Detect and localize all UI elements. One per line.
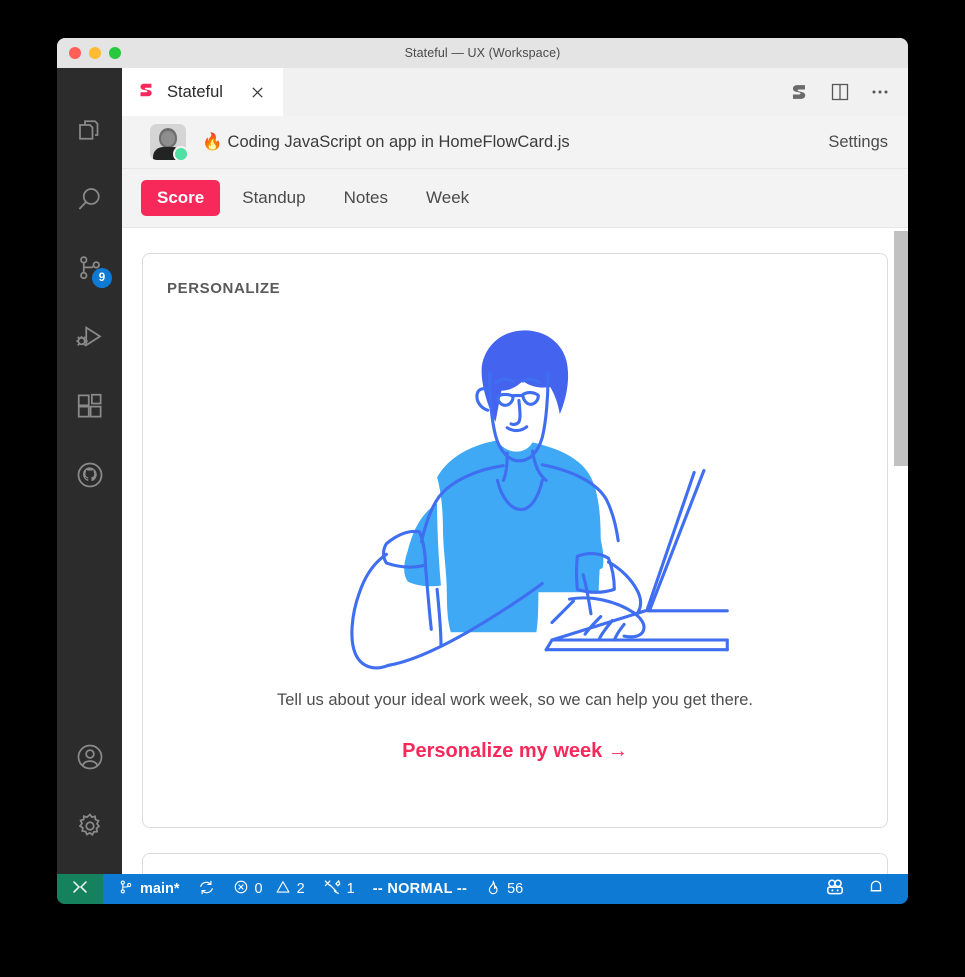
editor-panel: Stateful 🔥 Coding JavaScript on app in H… xyxy=(122,68,908,874)
run-debug-icon xyxy=(75,322,105,352)
editor-tab-actions xyxy=(788,68,908,116)
tab-stateful[interactable]: Stateful xyxy=(122,68,283,116)
remote-window-icon xyxy=(70,877,90,901)
tab-notes[interactable]: Notes xyxy=(328,180,404,216)
sync-icon xyxy=(198,879,215,900)
status-branch[interactable]: main* xyxy=(109,874,189,904)
status-bar: main* 0 2 1 -- NORMAL -- 56 xyxy=(57,874,908,904)
secondary-card xyxy=(142,853,888,874)
vscode-window: Stateful — UX (Workspace) 9 Stateful 🔥 C… xyxy=(57,38,908,904)
sidebar-item-run-and-debug[interactable] xyxy=(57,302,122,371)
window-title: Stateful — UX (Workspace) xyxy=(404,46,561,60)
streak-count: 56 xyxy=(507,881,524,897)
tab-score[interactable]: Score xyxy=(141,180,221,216)
editor-tab-strip: Stateful xyxy=(122,68,908,117)
status-ports[interactable]: 1 xyxy=(314,874,364,904)
window-title-bar: Stateful — UX (Workspace) xyxy=(57,38,908,69)
files-icon xyxy=(75,115,105,145)
ports-icon xyxy=(323,878,341,900)
sidebar-item-manage[interactable] xyxy=(57,791,122,860)
zoom-window-button[interactable] xyxy=(109,47,121,59)
online-status-dot xyxy=(173,146,189,162)
stateful-logo-icon xyxy=(136,80,156,105)
personalize-my-week-link[interactable]: Personalize my week → xyxy=(167,740,863,763)
flame-icon xyxy=(485,879,501,900)
person-at-laptop-illustration xyxy=(167,307,863,677)
status-message-text: Coding JavaScript on app in HomeFlowCard… xyxy=(227,132,570,151)
sidebar-item-accounts[interactable] xyxy=(57,722,122,791)
content-scroll-area: PERSONALIZE Tell us about your ideal wor… xyxy=(122,228,908,874)
error-icon xyxy=(233,879,249,899)
stateful-panel-button[interactable] xyxy=(788,81,810,103)
section-tabs: Score Standup Notes Week xyxy=(122,169,908,228)
desktop-background: Stateful — UX (Workspace) 9 Stateful 🔥 C… xyxy=(0,0,965,977)
gear-icon xyxy=(75,811,105,841)
github-icon xyxy=(75,460,105,490)
source-control-badge: 9 xyxy=(92,268,112,288)
fire-emoji-icon: 🔥 xyxy=(202,132,223,151)
sidebar-item-search[interactable] xyxy=(57,164,122,233)
sidebar-item-explorer[interactable] xyxy=(57,95,122,164)
tab-standup[interactable]: Standup xyxy=(226,180,321,216)
user-status-header: 🔥 Coding JavaScript on app in HomeFlowCa… xyxy=(122,116,908,169)
warning-count: 2 xyxy=(296,881,305,897)
split-editor-icon[interactable] xyxy=(830,82,850,102)
status-bar-right xyxy=(816,874,908,904)
scrollbar-thumb[interactable] xyxy=(894,231,908,466)
settings-link[interactable]: Settings xyxy=(828,133,888,152)
live-share-button[interactable] xyxy=(816,874,854,904)
tab-label: Stateful xyxy=(167,82,223,101)
source-control-branch-icon xyxy=(118,879,134,899)
content-scrollbar[interactable] xyxy=(894,228,908,874)
warning-icon xyxy=(275,879,291,899)
sidebar-item-source-control[interactable]: 9 xyxy=(57,233,122,302)
status-problems[interactable]: 0 2 xyxy=(224,874,314,904)
error-count: 0 xyxy=(254,881,263,897)
ellipsis-icon[interactable] xyxy=(870,82,890,102)
tab-week[interactable]: Week xyxy=(410,180,485,216)
sidebar-item-github[interactable] xyxy=(57,440,122,509)
extensions-icon xyxy=(75,391,105,421)
sidebar-item-extensions[interactable] xyxy=(57,371,122,440)
status-streak[interactable]: 56 xyxy=(476,874,532,904)
bell-icon xyxy=(867,878,885,900)
branch-name: main* xyxy=(140,881,180,897)
account-icon xyxy=(75,742,105,772)
minimize-window-button[interactable] xyxy=(89,47,101,59)
live-share-icon xyxy=(825,877,845,901)
search-icon xyxy=(75,184,105,214)
activity-bar: 9 xyxy=(57,68,122,874)
close-window-button[interactable] xyxy=(69,47,81,59)
traffic-lights[interactable] xyxy=(69,47,121,59)
personalize-card: PERSONALIZE Tell us about your ideal wor… xyxy=(142,253,888,828)
notifications-button[interactable] xyxy=(858,874,894,904)
card-title: PERSONALIZE xyxy=(167,280,281,297)
status-sync[interactable] xyxy=(189,874,224,904)
close-icon[interactable] xyxy=(248,83,267,102)
status-message: 🔥 Coding JavaScript on app in HomeFlowCa… xyxy=(202,133,570,152)
avatar[interactable] xyxy=(150,124,189,162)
ports-count: 1 xyxy=(346,881,355,897)
card-caption: Tell us about your ideal work week, so w… xyxy=(276,691,754,709)
status-editor-mode[interactable]: -- NORMAL -- xyxy=(364,874,476,904)
remote-window-indicator[interactable] xyxy=(57,874,103,904)
